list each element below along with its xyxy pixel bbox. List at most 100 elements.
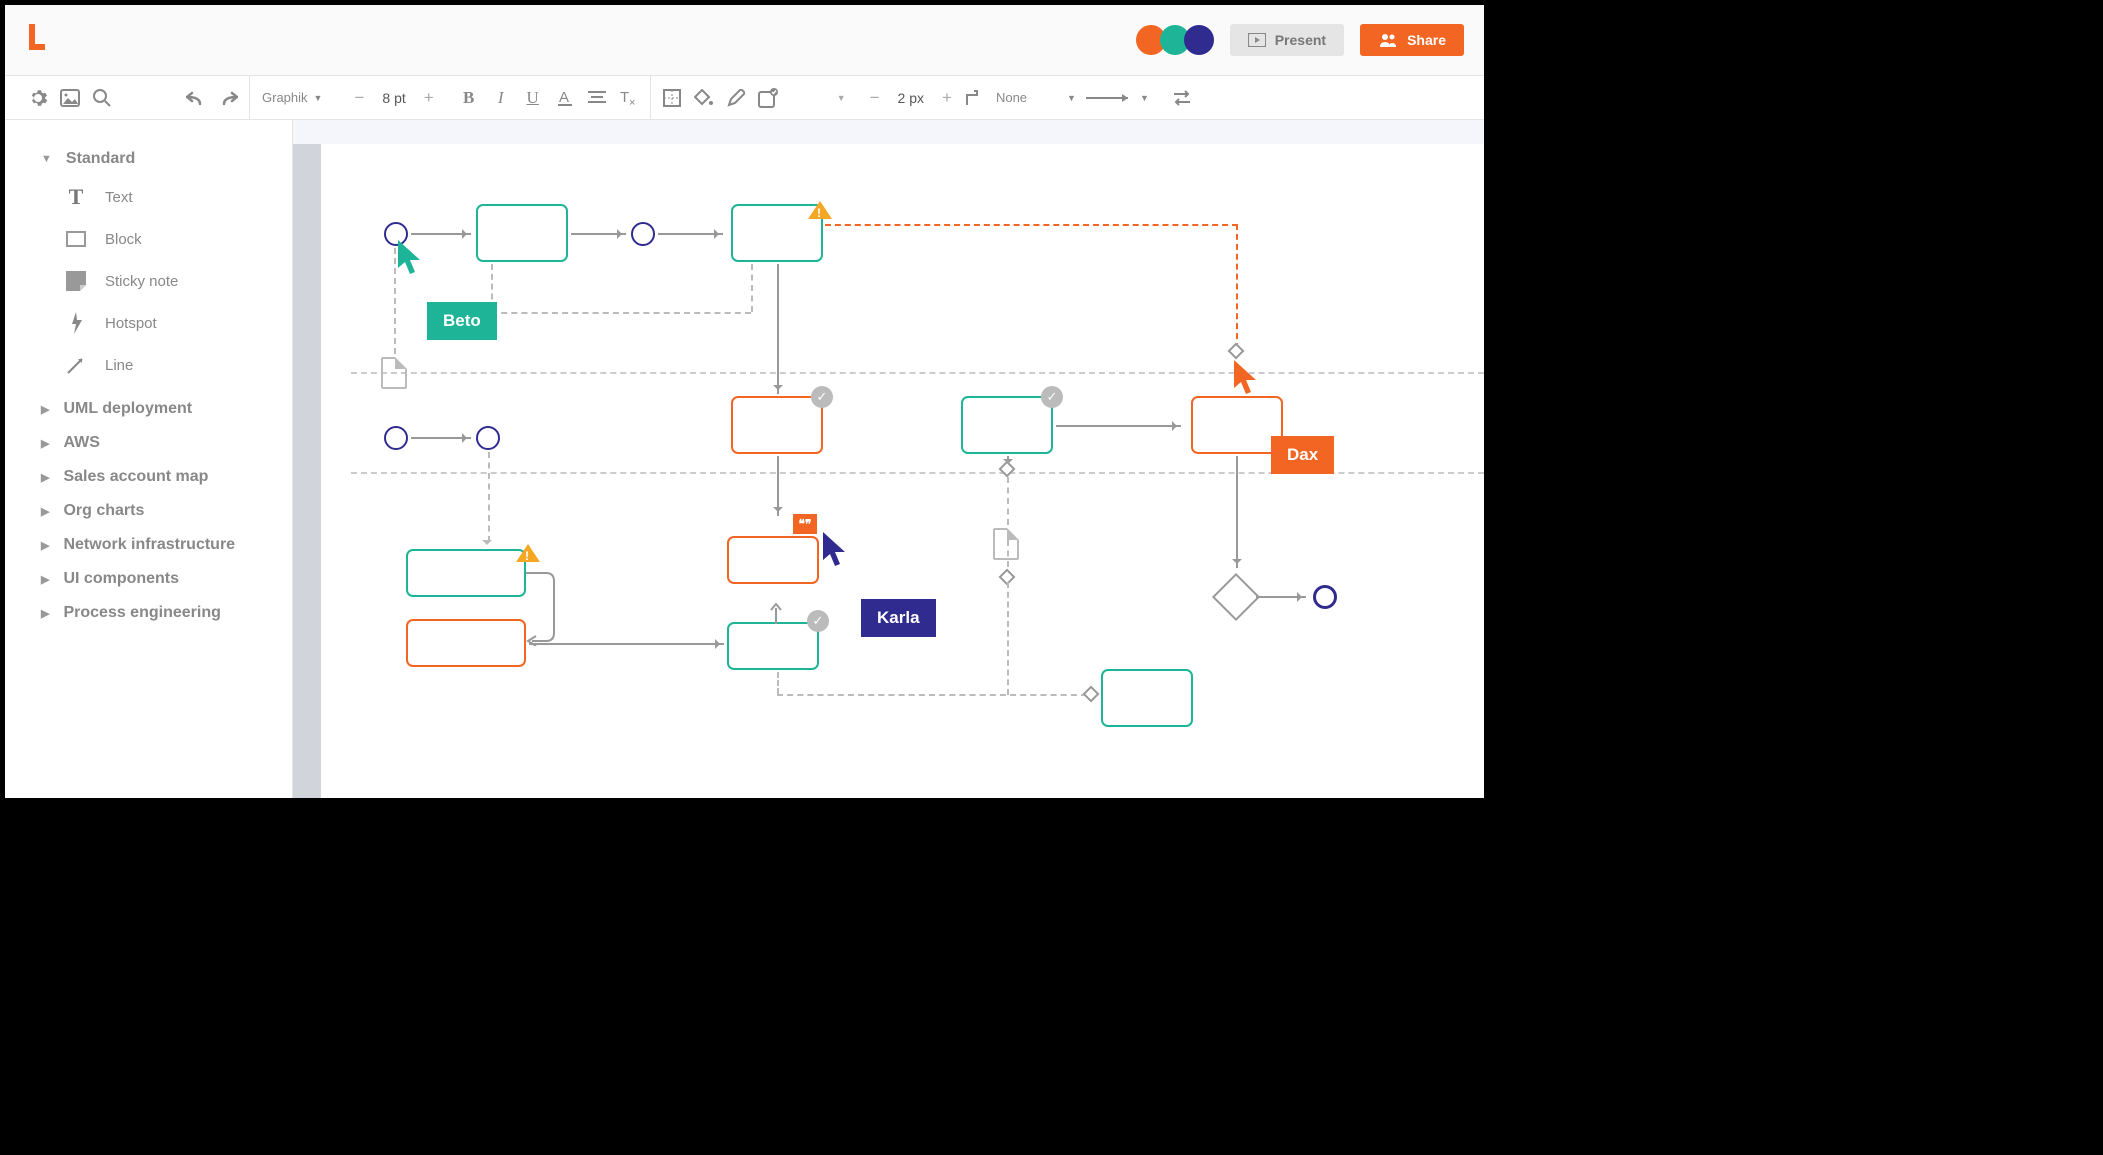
dashed-connector[interactable] (825, 224, 1238, 226)
underline-icon[interactable]: U (518, 83, 548, 113)
connector[interactable] (571, 233, 626, 235)
connector[interactable] (1256, 596, 1306, 598)
shape-block[interactable]: Block (65, 218, 292, 260)
connector[interactable] (658, 233, 723, 235)
block-shape-icon (65, 228, 87, 250)
shape-hotspot[interactable]: Hotspot (65, 302, 292, 344)
gateway-small[interactable] (1083, 686, 1100, 703)
document-icon[interactable] (993, 528, 1019, 560)
font-size-value[interactable]: 8 pt (372, 90, 415, 106)
sidebar-section-ui[interactable]: ▶UI components (5, 562, 292, 596)
fill-icon[interactable] (689, 83, 719, 113)
connector[interactable] (529, 643, 724, 645)
status-check-badge[interactable]: ✓ (1041, 386, 1063, 408)
status-check-badge[interactable]: ✓ (811, 386, 833, 408)
dashed-connector[interactable] (488, 452, 490, 542)
dashed-connector[interactable] (1007, 582, 1009, 695)
connector[interactable] (411, 437, 471, 439)
warning-badge[interactable] (516, 532, 540, 562)
sidebar-section-sales[interactable]: ▶Sales account map (5, 460, 292, 494)
font-size-decrement[interactable]: − (348, 88, 370, 108)
document-icon[interactable] (381, 357, 407, 389)
avatar-blue[interactable] (1184, 25, 1214, 55)
end-event[interactable] (1313, 585, 1337, 609)
connector[interactable] (777, 264, 779, 394)
swimlane-divider (351, 372, 1484, 374)
dashed-connector[interactable] (1236, 224, 1238, 349)
collaborator-avatars[interactable] (1142, 25, 1214, 55)
font-size-increment[interactable]: + (418, 88, 440, 108)
section-label: Process engineering (63, 604, 220, 622)
image-icon[interactable] (55, 83, 85, 113)
dashed-connector[interactable] (751, 264, 753, 312)
status-icon[interactable] (753, 83, 783, 113)
canvas-content[interactable]: Beto ✓ ✓ Dax (321, 144, 1484, 798)
search-icon[interactable] (87, 83, 117, 113)
pencil-icon[interactable] (721, 83, 751, 113)
connector[interactable] (526, 571, 561, 646)
chevron-down-icon: ▼ (1140, 93, 1149, 103)
task-node[interactable] (961, 396, 1053, 454)
align-icon[interactable] (582, 83, 612, 113)
app-logo[interactable] (25, 24, 49, 56)
redo-icon[interactable] (213, 83, 243, 113)
shape-text[interactable]: T Text (65, 176, 292, 218)
bold-icon[interactable]: B (454, 83, 484, 113)
connector[interactable] (1236, 456, 1238, 568)
stroke-width-increment[interactable]: + (936, 88, 958, 108)
task-node[interactable] (476, 204, 568, 262)
task-node[interactable] (731, 396, 823, 454)
share-button[interactable]: Share (1360, 24, 1464, 56)
sidebar-section-aws[interactable]: ▶AWS (5, 426, 292, 460)
task-node[interactable] (1101, 669, 1193, 727)
intermediate-event[interactable] (631, 222, 655, 246)
task-node[interactable] (406, 549, 526, 597)
stroke-width-decrement[interactable]: − (864, 88, 886, 108)
comment-badge[interactable]: ❝❞ (793, 514, 817, 534)
connector[interactable] (411, 233, 471, 235)
dashed-connector[interactable] (491, 312, 751, 314)
task-node[interactable] (406, 619, 526, 667)
gateway[interactable] (1212, 573, 1260, 621)
arrow-style-select[interactable]: ▼ (1082, 93, 1153, 103)
shape-line[interactable]: Line (65, 344, 292, 386)
connector[interactable] (769, 602, 783, 624)
diagram-canvas[interactable]: Beto ✓ ✓ Dax (293, 120, 1484, 798)
font-family-select[interactable]: Graphik ▼ (256, 90, 328, 105)
swap-icon[interactable] (1167, 83, 1197, 113)
border-icon[interactable] (657, 83, 687, 113)
section-label: Standard (66, 150, 135, 168)
intermediate-event[interactable] (476, 426, 500, 450)
share-label: Share (1407, 32, 1446, 48)
task-node[interactable] (727, 536, 819, 584)
task-node[interactable] (1191, 396, 1283, 454)
start-event[interactable] (384, 426, 408, 450)
connector[interactable] (1056, 425, 1181, 427)
sidebar-section-org[interactable]: ▶Org charts (5, 494, 292, 528)
sidebar-section-process[interactable]: ▶Process engineering (5, 596, 292, 630)
connector[interactable] (777, 456, 779, 516)
gateway-small[interactable] (1228, 343, 1245, 360)
italic-icon[interactable]: I (486, 83, 516, 113)
chevron-down-icon[interactable]: ▼ (837, 93, 846, 103)
connector-type-icon[interactable] (960, 83, 990, 113)
section-label: Sales account map (63, 468, 208, 486)
line-cap-select[interactable]: None ▼ (992, 90, 1080, 105)
sidebar-section-uml[interactable]: ▶UML deployment (5, 392, 292, 426)
sidebar-section-network[interactable]: ▶Network infrastructure (5, 528, 292, 562)
sidebar-section-standard[interactable]: ▼ Standard (5, 142, 292, 176)
status-check-badge[interactable]: ✓ (807, 610, 829, 632)
shape-label: Sticky note (105, 273, 178, 290)
clear-format-icon[interactable]: T× (614, 83, 644, 113)
settings-icon[interactable] (23, 83, 53, 113)
present-button[interactable]: Present (1230, 24, 1344, 56)
task-node[interactable] (727, 622, 819, 670)
text-color-icon[interactable]: A (550, 83, 580, 113)
dashed-connector[interactable] (394, 248, 396, 354)
dashed-connector[interactable] (777, 694, 1087, 696)
warning-badge[interactable] (808, 189, 832, 219)
dashed-connector[interactable] (777, 672, 779, 694)
shape-sticky-note[interactable]: Sticky note (65, 260, 292, 302)
stroke-width-value[interactable]: 2 px (888, 90, 934, 106)
undo-icon[interactable] (181, 83, 211, 113)
